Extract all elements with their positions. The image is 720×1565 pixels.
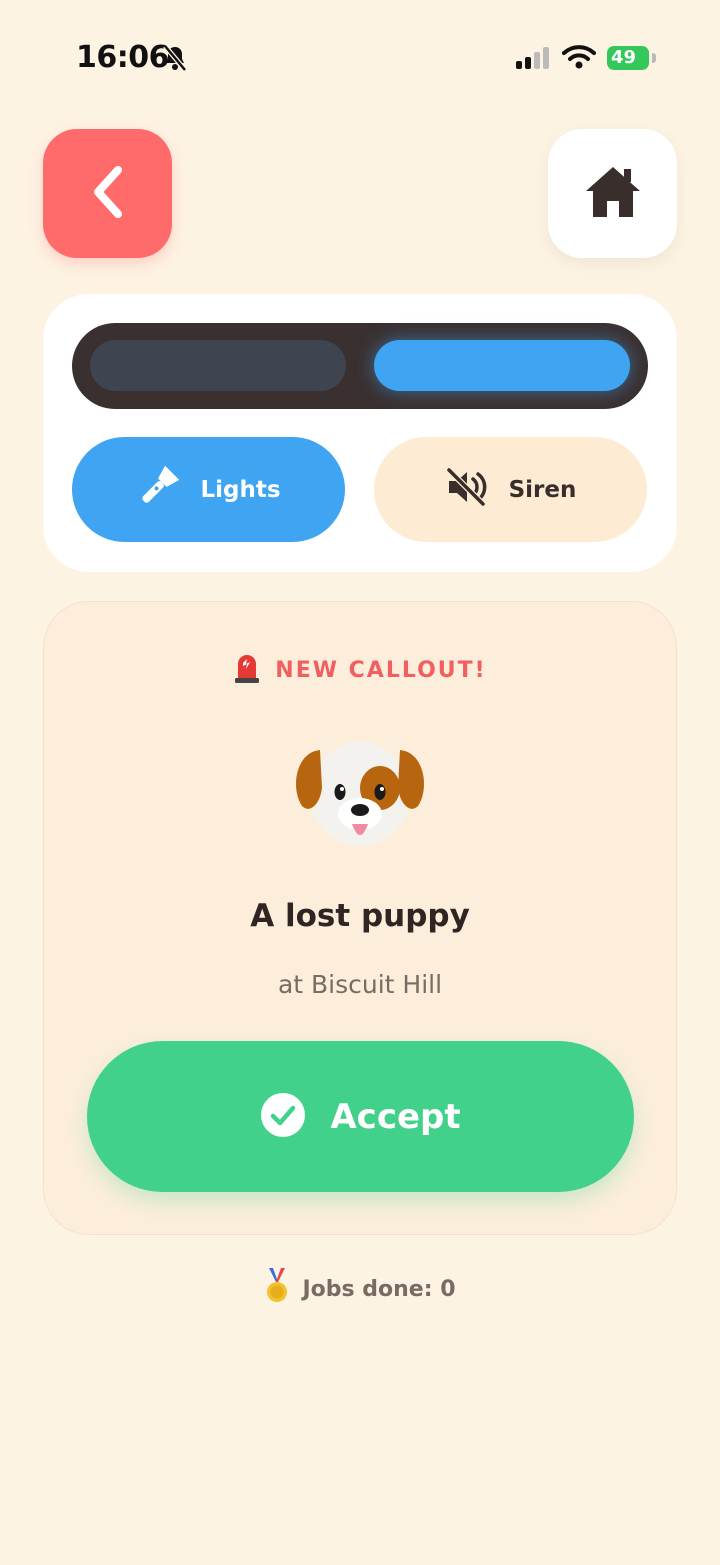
back-button[interactable] — [43, 129, 172, 258]
puppy-face-icon — [290, 728, 430, 860]
callout-badge-label: NEW CALLOUT! — [275, 657, 487, 683]
wifi-icon — [562, 44, 596, 74]
battery-indicator: 49 — [607, 46, 649, 70]
mode-segment-right-active[interactable] — [374, 340, 630, 391]
callout-card: NEW CALLOUT! A lost puppy at Biscuit Hil… — [43, 601, 677, 1235]
cellular-signal-icon — [516, 46, 552, 74]
siren-label: Siren — [508, 476, 577, 503]
callout-header: NEW CALLOUT! — [44, 652, 676, 688]
callout-title: A lost puppy — [250, 898, 470, 934]
speaker-muted-icon — [445, 467, 489, 513]
mode-segment-left[interactable] — [90, 340, 346, 391]
chevron-left-icon — [88, 164, 128, 224]
home-icon — [584, 165, 642, 223]
callout-location: at Biscuit Hill — [277, 970, 443, 999]
accept-label: Accept — [330, 1096, 461, 1137]
siren-light-icon — [233, 652, 261, 688]
checkmark-circle-icon — [260, 1092, 306, 1142]
jobs-done-counter: Jobs done: 0 — [0, 1268, 720, 1310]
accept-button[interactable]: Accept — [87, 1041, 634, 1192]
medal-icon — [264, 1268, 290, 1310]
siren-button[interactable]: Siren — [374, 437, 647, 542]
home-button[interactable] — [548, 129, 677, 258]
status-time: 16:06 — [76, 40, 170, 75]
lights-label: Lights — [200, 476, 281, 503]
vehicle-controls-card: Lights Siren — [43, 294, 677, 572]
battery-cap — [652, 53, 656, 63]
bell-muted-icon — [162, 44, 188, 76]
mode-toggle[interactable] — [72, 323, 648, 409]
status-bar: 16:06 49 — [0, 0, 720, 110]
lights-button[interactable]: Lights — [72, 437, 345, 542]
jobs-done-label: Jobs done: 0 — [302, 1276, 456, 1302]
flashlight-icon — [136, 465, 180, 515]
